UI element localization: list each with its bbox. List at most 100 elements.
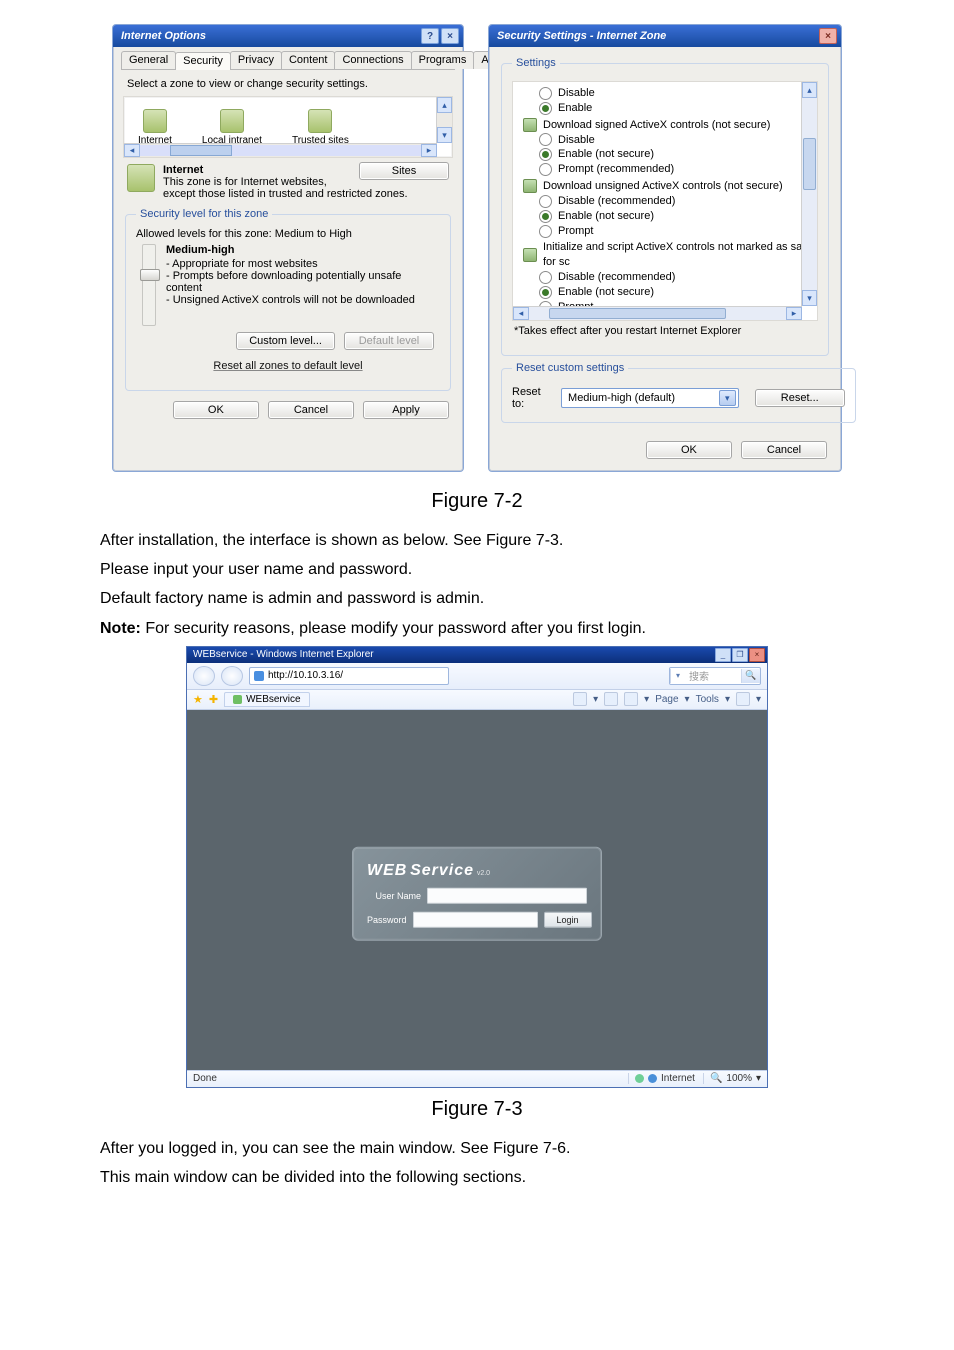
close-icon[interactable]: × xyxy=(749,648,765,662)
scroll-down-icon[interactable]: ▾ xyxy=(802,290,817,306)
apply-button[interactable]: Apply xyxy=(363,401,449,419)
group-init-script: Initialize and script ActiveX controls n… xyxy=(519,240,817,270)
group-download-unsigned: Download unsigned ActiveX controls (not … xyxy=(519,179,817,194)
io-titlebar: Internet Options ? × xyxy=(113,25,463,47)
search-icon[interactable]: 🔍 xyxy=(741,669,760,683)
security-slider[interactable] xyxy=(142,244,156,326)
cancel-button[interactable]: Cancel xyxy=(268,401,354,419)
password-input[interactable] xyxy=(413,912,538,928)
zone-dot-icon xyxy=(635,1074,644,1083)
custom-level-button[interactable]: Custom level... xyxy=(236,332,335,350)
tab-general[interactable]: General xyxy=(121,51,176,69)
intranet-icon xyxy=(220,109,244,133)
radio-signed-prompt[interactable]: Prompt (recommended) xyxy=(519,162,817,177)
add-favorite-icon[interactable]: ✚ xyxy=(209,693,218,706)
minimize-icon[interactable]: _ xyxy=(715,648,731,662)
reset-to-select[interactable]: Medium-high (default) ▾ xyxy=(561,388,739,408)
zone-internet[interactable]: Internet xyxy=(138,109,172,146)
globe-icon xyxy=(143,109,167,133)
chevron-down-icon[interactable]: ▾ xyxy=(670,669,685,683)
print-icon[interactable] xyxy=(624,692,638,706)
radio-init-disable[interactable]: Disable (recommended) xyxy=(519,270,817,285)
settings-legend: Settings xyxy=(512,57,560,69)
hscroll-thumb[interactable] xyxy=(170,145,232,156)
zones-hscroll[interactable]: ◂ ▸ xyxy=(124,143,437,157)
address-bar[interactable]: http://10.10.3.16/ xyxy=(249,667,449,685)
address-url: http://10.10.3.16/ xyxy=(268,670,343,681)
radio-unsigned-prompt[interactable]: Prompt xyxy=(519,224,817,239)
radio-unsigned-disable[interactable]: Disable (recommended) xyxy=(519,194,817,209)
username-label: User Name xyxy=(367,891,421,901)
login-button[interactable]: Login xyxy=(544,912,592,928)
radio-generic-disable[interactable]: Disable xyxy=(519,86,817,101)
vscroll-thumb[interactable] xyxy=(803,138,816,190)
scroll-left-icon[interactable]: ◂ xyxy=(124,144,140,157)
product-logo: WEB xyxy=(367,862,407,879)
hscroll-thumb[interactable] xyxy=(549,308,726,319)
zoom-icon: 🔍 xyxy=(710,1073,722,1084)
scroll-right-icon[interactable]: ▸ xyxy=(786,307,802,320)
search-placeholder: 搜索 xyxy=(685,668,741,683)
cancel-button[interactable]: Cancel xyxy=(741,441,827,459)
scroll-right-icon[interactable]: ▸ xyxy=(421,144,437,157)
zone-large-icon xyxy=(127,164,155,192)
chevron-down-icon[interactable]: ▾ xyxy=(719,390,736,406)
browser-statusbar: Done Internet 🔍 100% ▾ xyxy=(187,1070,767,1087)
tab-programs[interactable]: Programs xyxy=(411,51,475,69)
feed-icon[interactable] xyxy=(604,692,618,706)
settings-listbox[interactable]: Disable Enable Download signed ActiveX c… xyxy=(512,81,818,321)
home-icon[interactable] xyxy=(573,692,587,706)
zones-vscroll[interactable]: ▴ ▾ xyxy=(436,97,452,143)
scroll-up-icon[interactable]: ▴ xyxy=(437,97,452,113)
radio-unsigned-enable[interactable]: Enable (not secure) xyxy=(519,209,817,224)
radio-signed-enable[interactable]: Enable (not secure) xyxy=(519,147,817,162)
radio-generic-enable[interactable]: Enable xyxy=(519,101,817,116)
page-icon xyxy=(254,671,264,681)
tab-content[interactable]: Content xyxy=(281,51,336,69)
browser-tools: ▾ ▾ Page▾ Tools▾ ▾ xyxy=(573,692,761,706)
close-icon[interactable]: × xyxy=(441,28,459,44)
help-icon[interactable]: ? xyxy=(421,28,439,44)
favorites-icon[interactable]: ★ xyxy=(193,693,203,706)
zone-trusted-sites[interactable]: Trusted sites xyxy=(292,109,349,146)
login-panel: WEB Service v2.0 User Name Password Logi… xyxy=(352,847,602,941)
ok-button[interactable]: OK xyxy=(173,401,259,419)
page-menu[interactable]: Page xyxy=(655,694,678,705)
back-button[interactable] xyxy=(193,666,215,686)
trusted-icon xyxy=(308,109,332,133)
status-zoom[interactable]: 🔍 100% ▾ xyxy=(703,1073,761,1084)
tab-connections[interactable]: Connections xyxy=(334,51,411,69)
scroll-left-icon[interactable]: ◂ xyxy=(513,307,529,320)
help-icon[interactable] xyxy=(736,692,750,706)
maximize-icon[interactable]: ❐ xyxy=(732,648,748,662)
default-level-button[interactable]: Default level xyxy=(344,332,434,350)
sites-button[interactable]: Sites xyxy=(359,162,449,180)
settings-vscroll[interactable]: ▴ ▾ xyxy=(801,82,817,306)
zone-picker[interactable]: Internet Local intranet Trusted sites ▴ … xyxy=(123,96,453,158)
tab-privacy[interactable]: Privacy xyxy=(230,51,282,69)
radio-signed-disable[interactable]: Disable xyxy=(519,133,817,148)
body-note: Note: For security reasons, please modif… xyxy=(100,617,854,640)
search-box[interactable]: ▾ 搜索 🔍 xyxy=(669,667,761,685)
body-p3: Default factory name is admin and passwo… xyxy=(100,587,854,610)
status-zone[interactable]: Internet xyxy=(628,1073,695,1084)
settings-hscroll[interactable]: ◂ ▸ xyxy=(513,306,802,320)
slider-thumb[interactable] xyxy=(140,269,160,281)
reset-all-zones-button[interactable]: Reset all zones to default level xyxy=(213,360,362,372)
body-p5: This main window can be divided into the… xyxy=(100,1166,854,1189)
tab-favicon-icon xyxy=(233,695,242,704)
close-icon[interactable]: × xyxy=(819,28,837,44)
forward-button[interactable] xyxy=(221,666,243,686)
browser-title: WEBservice - Windows Internet Explorer xyxy=(193,649,374,660)
radio-init-enable[interactable]: Enable (not secure) xyxy=(519,285,817,300)
tab-security[interactable]: Security xyxy=(175,52,231,70)
reset-button[interactable]: Reset... xyxy=(755,389,845,407)
tools-menu[interactable]: Tools xyxy=(696,694,719,705)
scroll-up-icon[interactable]: ▴ xyxy=(802,82,817,98)
zone-local-intranet[interactable]: Local intranet xyxy=(202,109,262,146)
figure-7-3-caption: Figure 7-3 xyxy=(0,1098,954,1121)
ok-button[interactable]: OK xyxy=(646,441,732,459)
scroll-down-icon[interactable]: ▾ xyxy=(437,127,452,143)
browser-tab[interactable]: WEBservice xyxy=(224,692,309,707)
username-input[interactable] xyxy=(427,888,587,904)
